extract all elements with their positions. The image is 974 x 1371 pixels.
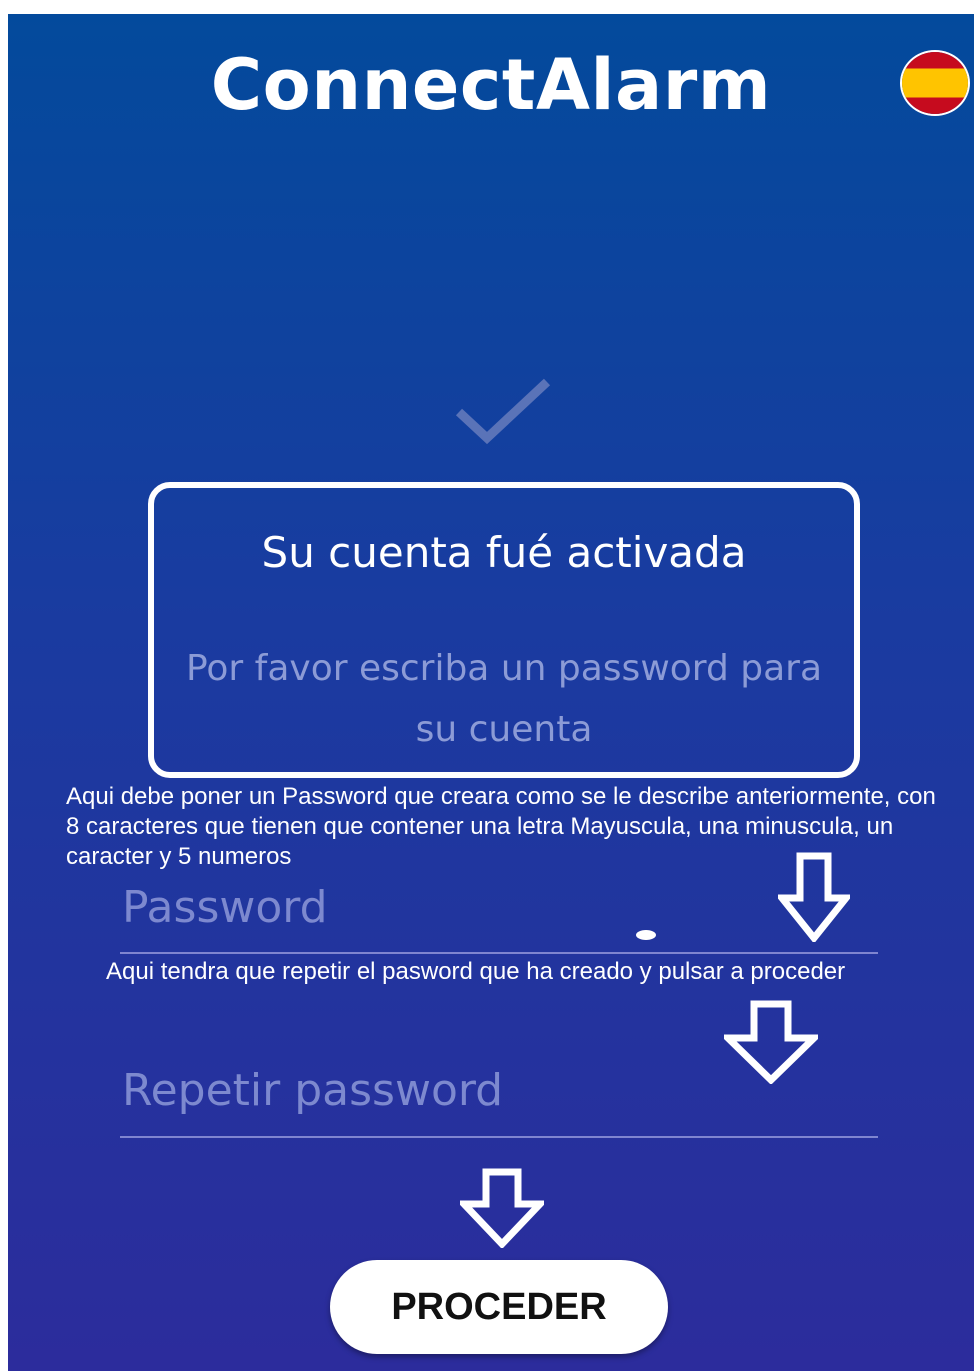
cursor-dot: [636, 930, 656, 940]
repeat-password-input[interactable]: [120, 1044, 878, 1138]
activation-instruction: Por favor escriba un password para su cu…: [185, 648, 823, 750]
down-arrow-icon: [778, 852, 850, 942]
repeat-password-annotation: Aqui tendra que repetir el pasword que h…: [106, 958, 846, 985]
activation-screen: ConnectAlarm Su cuenta fué activada Por …: [8, 14, 974, 1371]
proceed-button[interactable]: PROCEDER: [330, 1260, 668, 1354]
activation-message-box: Su cuenta fué activada Por favor escriba…: [148, 482, 860, 778]
password-input[interactable]: [120, 862, 878, 954]
activation-heading: Su cuenta fué activada: [261, 528, 747, 577]
app-title: ConnectAlarm: [210, 44, 772, 126]
flag-spain-icon[interactable]: [902, 52, 968, 114]
checkmark-icon: [455, 378, 551, 445]
down-arrow-icon: [460, 1168, 544, 1248]
